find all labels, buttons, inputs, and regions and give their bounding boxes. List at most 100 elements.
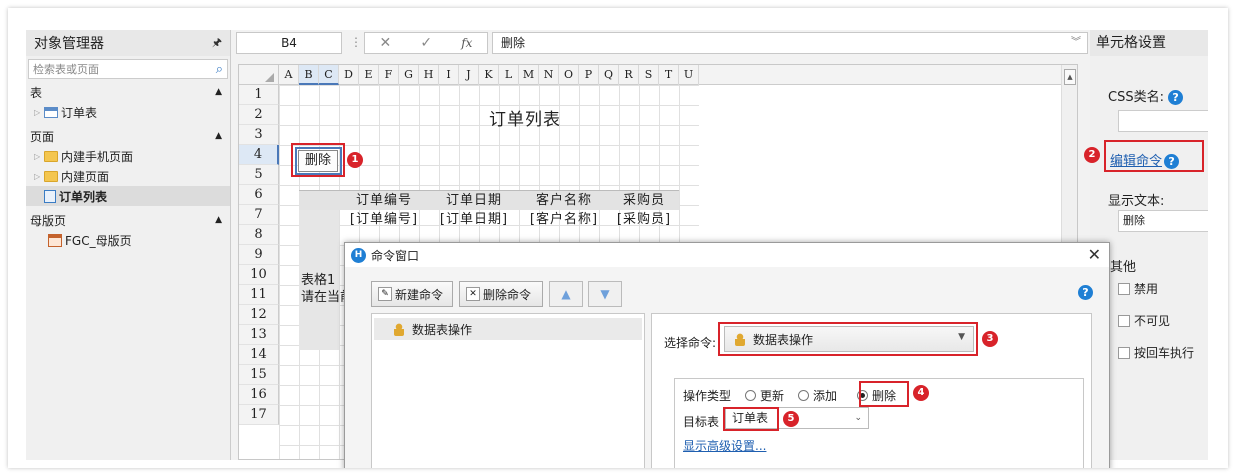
section-tables[interactable]: 表 ▲ (26, 82, 230, 102)
object-manager-title: 对象管理器 (34, 36, 104, 52)
section-masters[interactable]: 母版页 ▲ (26, 210, 230, 230)
checkbox-box[interactable] (1118, 314, 1130, 327)
checkbox-box[interactable] (1118, 346, 1130, 359)
move-down-button[interactable]: ▼ (588, 281, 622, 307)
column-header[interactable]: J (459, 65, 479, 85)
column-header[interactable]: I (439, 65, 459, 85)
column-header[interactable]: F (379, 65, 399, 85)
move-up-button[interactable]: ▲ (549, 281, 583, 307)
expand-formula-icon[interactable]: ︾ (1071, 33, 1081, 53)
chevron-down-icon[interactable]: ⌄ (854, 408, 862, 428)
column-header[interactable]: K (479, 65, 499, 85)
confirm-icon[interactable]: ✓ (420, 35, 432, 51)
table-binding-cell[interactable]: [采购员] (609, 210, 679, 230)
radio-update-label[interactable]: 更新 (760, 387, 784, 404)
column-header[interactable]: A (279, 65, 299, 85)
new-command-button[interactable]: ✎ 新建命令 (371, 281, 453, 307)
table-header-cell[interactable]: 订单编号 (339, 191, 429, 210)
command-list-item[interactable]: 数据表操作 (374, 318, 642, 340)
tree-item-label: FGC_母版页 (65, 233, 132, 248)
table-header-cell[interactable]: 订单日期 (429, 191, 519, 210)
column-header[interactable]: R (619, 65, 639, 85)
section-pages[interactable]: 页面 ▲ (26, 126, 230, 146)
cancel-icon[interactable]: ✕ (380, 35, 392, 51)
cell-reference-box[interactable]: B4 (236, 32, 342, 54)
column-header[interactable]: C (319, 65, 339, 85)
pin-icon[interactable]: 🖈 (212, 34, 222, 53)
column-header[interactable]: S (639, 65, 659, 85)
function-icon[interactable]: fx (461, 36, 472, 50)
collapse-icon[interactable]: ▲ (215, 131, 222, 141)
row-header[interactable]: 16 (239, 385, 279, 405)
close-icon[interactable]: ✕ (1088, 245, 1101, 264)
table-binding-cell[interactable]: [订单编号] (339, 210, 429, 230)
table-binding-cell[interactable]: [客户名称] (519, 210, 609, 230)
row-header[interactable]: 14 (239, 345, 279, 365)
display-text-label: 显示文本: (1108, 194, 1165, 209)
checkbox-enter-execute[interactable]: 按回车执行 (1118, 344, 1194, 361)
css-class-input[interactable] (1118, 110, 1208, 132)
tree-item-mobile-pages[interactable]: ▷ 内建手机页面 (26, 146, 230, 166)
row-header[interactable]: 5 (239, 165, 279, 185)
object-search-input[interactable]: 检索表或页面 ⌕ (28, 59, 228, 79)
tree-item-order-table[interactable]: ▷ 订单表 (26, 102, 230, 122)
radio-add[interactable] (798, 390, 810, 401)
row-header[interactable]: 17 (239, 405, 279, 425)
help-icon[interactable]: ? (1078, 285, 1093, 300)
row-header[interactable]: 3 (239, 125, 279, 145)
row-header[interactable]: 10 (239, 265, 279, 285)
column-header[interactable]: E (359, 65, 379, 85)
collapse-icon[interactable]: ▲ (215, 215, 222, 225)
tree-item-builtin-pages[interactable]: ▷ 内建页面 (26, 166, 230, 186)
more-icon[interactable]: ⋮ (350, 35, 362, 49)
search-icon[interactable]: ⌕ (216, 62, 223, 77)
scroll-up-icon[interactable]: ▲ (1064, 69, 1076, 85)
collapse-icon[interactable]: ▲ (215, 87, 222, 97)
table-header-cell[interactable]: 客户名称 (519, 191, 609, 210)
expand-icon[interactable]: ▷ (34, 172, 44, 181)
row-header[interactable]: 8 (239, 225, 279, 245)
row-header[interactable]: 6 (239, 185, 279, 205)
page-title-cell[interactable]: 订单列表 (489, 105, 561, 130)
help-icon[interactable]: ? (1168, 90, 1184, 105)
row-header[interactable]: 2 (239, 105, 279, 125)
tree-item-master-page[interactable]: FGC_母版页 (26, 230, 230, 250)
column-header[interactable]: L (499, 65, 519, 85)
order-table-widget[interactable]: 订单编号 订单日期 客户名称 采购员 [订单编号] [订单日期] [客户名称] … (299, 190, 679, 230)
table-header-cell[interactable]: 采购员 (609, 191, 679, 210)
column-header[interactable]: T (659, 65, 679, 85)
column-header[interactable]: G (399, 65, 419, 85)
show-advanced-link[interactable]: 显示高级设置... (683, 437, 766, 454)
column-header[interactable]: U (679, 65, 699, 85)
row-header[interactable]: 1 (239, 85, 279, 105)
column-header[interactable]: B (299, 65, 319, 85)
column-header[interactable]: O (559, 65, 579, 85)
column-header[interactable]: D (339, 65, 359, 85)
select-all-corner[interactable] (239, 65, 279, 85)
row-header[interactable]: 15 (239, 365, 279, 385)
row-header[interactable]: 4 (239, 145, 279, 165)
table-binding-cell[interactable]: [订单日期] (429, 210, 519, 230)
row-header[interactable]: 7 (239, 205, 279, 225)
display-text-input[interactable]: 删除 (1118, 210, 1208, 232)
checkbox-invisible[interactable]: 不可见 (1118, 312, 1170, 329)
column-header[interactable]: H (419, 65, 439, 85)
checkbox-disabled[interactable]: 禁用 (1118, 280, 1158, 297)
row-header[interactable]: 12 (239, 305, 279, 325)
delete-command-button[interactable]: ✕ 删除命令 (459, 281, 543, 307)
column-header[interactable]: M (519, 65, 539, 85)
row-header[interactable]: 13 (239, 325, 279, 345)
expand-icon[interactable]: ▷ (34, 108, 44, 117)
checkbox-box[interactable] (1118, 282, 1130, 295)
column-header[interactable]: Q (599, 65, 619, 85)
column-header[interactable]: P (579, 65, 599, 85)
radio-update[interactable] (745, 390, 757, 401)
column-header[interactable]: N (539, 65, 559, 85)
tree-item-order-list[interactable]: 订单列表 (26, 186, 230, 206)
radio-add-label[interactable]: 添加 (813, 387, 837, 404)
expand-icon[interactable]: ▷ (34, 152, 44, 161)
row-header[interactable]: 11 (239, 285, 279, 305)
row-header[interactable]: 9 (239, 245, 279, 265)
formula-input[interactable]: 删除 ︾ (492, 32, 1088, 54)
command-list[interactable]: 数据表操作 (371, 313, 645, 468)
